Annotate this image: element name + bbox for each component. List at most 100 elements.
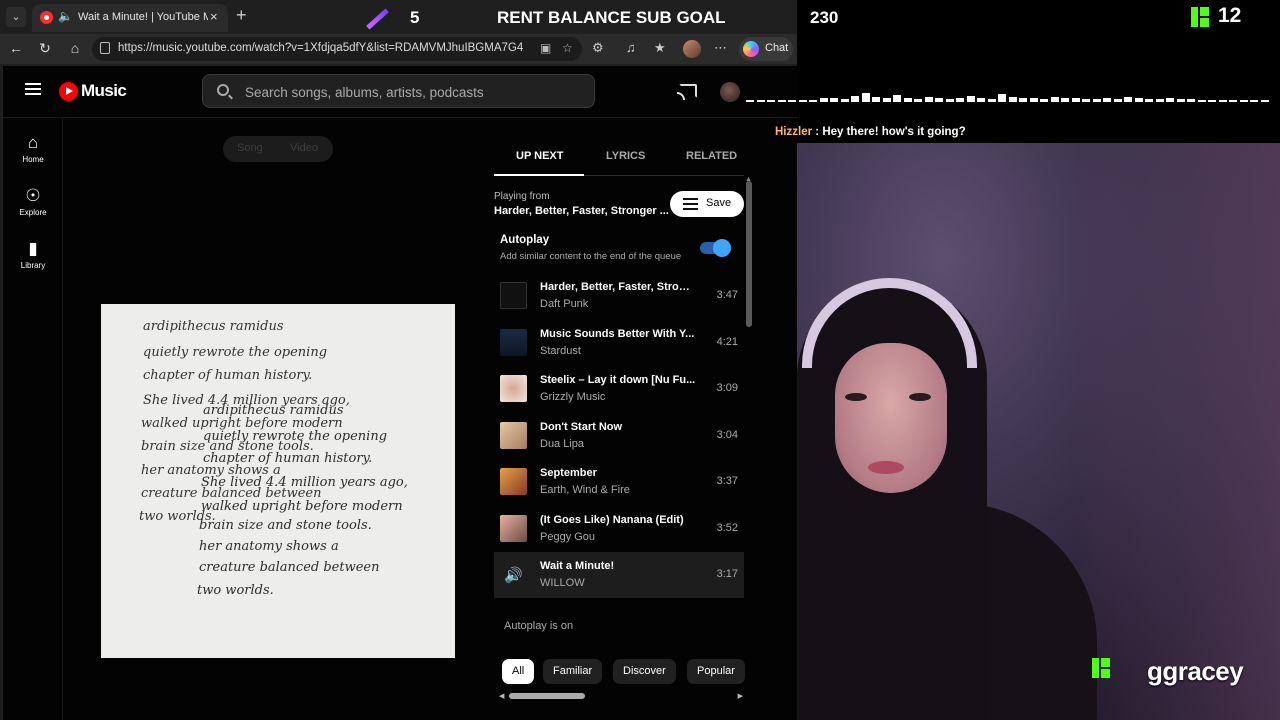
track-artist[interactable]: WILLOW: [540, 577, 585, 589]
nav-item-library[interactable]: ▮ Library: [3, 240, 63, 271]
chat-message: Hizzler : Hey there! how's it going?: [775, 126, 966, 138]
scroll-left-arrow-icon[interactable]: ◀: [499, 692, 504, 700]
visualizer-bar: [903, 98, 912, 102]
track-artist[interactable]: Earth, Wind & Fire: [540, 484, 630, 496]
song-video-toggle[interactable]: Song Video: [223, 136, 333, 162]
queue-item[interactable]: Steelix – Lay it down [Nu Fu... Grizzly …: [494, 366, 744, 412]
tab-list-menu-icon[interactable]: ⌄: [6, 7, 26, 27]
save-queue-button[interactable]: Save: [670, 191, 744, 217]
favorites-icon[interactable]: ★: [654, 40, 666, 56]
visualizer-bar: [1250, 100, 1258, 102]
visualizer-bar: [1218, 100, 1227, 102]
more-menu-icon[interactable]: ⋯: [714, 40, 727, 56]
nav-item-home[interactable]: ⌂ Home: [3, 134, 63, 165]
extensions-icon[interactable]: ⚙: [592, 40, 604, 56]
sub-goal-target: 230: [810, 8, 839, 27]
visualizer-bar: [767, 100, 775, 102]
track-duration: 3:47: [716, 289, 738, 301]
track-artist[interactable]: Stardust: [540, 345, 581, 357]
queue-item[interactable]: September Earth, Wind & Fire 3:37: [494, 459, 744, 505]
track-artist[interactable]: Peggy Gou: [540, 531, 595, 543]
chips-scrollbar[interactable]: ◀ ▶: [499, 692, 743, 700]
chip-all[interactable]: All: [502, 659, 535, 684]
hamburger-menu-icon[interactable]: [25, 83, 41, 95]
art-line: her anatomy shows a: [199, 539, 339, 554]
side-nav: ⌂ Home ☉ Explore ▮ Library: [3, 118, 63, 720]
streamer-handle: ggracey: [1147, 656, 1244, 686]
back-arrow-icon[interactable]: ←: [7, 40, 25, 56]
chat-username: Hizzler: [775, 126, 813, 138]
visualizer-bar: [935, 98, 943, 102]
visualizer-bar: [956, 98, 964, 102]
track-title: September: [540, 467, 597, 479]
visualizer-bar: [1145, 99, 1153, 102]
chip-familiar[interactable]: Familiar: [543, 659, 603, 684]
nav-item-explore[interactable]: ☉ Explore: [3, 187, 63, 218]
visualizer-bar: [966, 96, 975, 102]
logo-text[interactable]: Music: [81, 81, 127, 101]
tab-lyrics[interactable]: LYRICS: [606, 150, 645, 162]
youtube-music-favicon-icon: [40, 11, 53, 24]
visualizer-bar: [998, 94, 1006, 102]
visualizer-bar: [1113, 99, 1122, 102]
chip-discover[interactable]: Discover: [613, 659, 676, 684]
search-input[interactable]: [245, 82, 575, 102]
tab-youtube-music[interactable]: 🔈 Wait a Minute! | YouTube Music ×: [32, 4, 228, 32]
queue-scrollbar[interactable]: [746, 181, 752, 327]
queue-item-now-playing[interactable]: 🔊 Wait a Minute! WILLOW 3:17: [494, 552, 744, 598]
url-bar[interactable]: https://music.youtube.com/watch?v=1Xfdjq…: [92, 37, 582, 61]
autoplay-toggle[interactable]: [700, 239, 731, 257]
close-tab-icon[interactable]: ×: [210, 9, 218, 24]
toggle-song[interactable]: Song: [237, 142, 263, 154]
track-artist[interactable]: Grizzly Music: [540, 391, 605, 403]
visualizer-bar: [851, 96, 859, 102]
ytm-header: Music: [3, 66, 797, 118]
youtube-music-logo-icon[interactable]: [59, 82, 78, 101]
home-button-icon[interactable]: ⌂: [66, 40, 84, 56]
tab-audio-speaker-icon[interactable]: 🔈: [58, 9, 73, 23]
chips-scroll-thumb[interactable]: [509, 693, 585, 699]
track-duration: 3:09: [716, 382, 738, 394]
queue-item[interactable]: Music Sounds Better With Y... Stardust 4…: [494, 320, 744, 366]
art-line: chapter of human history.: [143, 368, 312, 383]
playing-from: Playing from Harder, Better, Faster, Str…: [494, 191, 669, 217]
tab-up-next[interactable]: UP NEXT: [516, 150, 563, 162]
queue-item[interactable]: Harder, Better, Faster, Strong... Daft P…: [494, 273, 744, 319]
site-info-icon[interactable]: [100, 42, 110, 54]
tab-related[interactable]: RELATED: [686, 150, 737, 162]
autoplay-description: Add similar content to the end of the qu…: [500, 251, 682, 262]
app-available-icon[interactable]: ▣: [540, 41, 551, 55]
search-box[interactable]: [202, 74, 595, 108]
track-thumbnail: [500, 514, 527, 542]
playing-from-value[interactable]: Harder, Better, Faster, Stronger ...: [494, 205, 669, 217]
chip-popular[interactable]: Popular: [687, 659, 745, 684]
new-tab-plus-icon[interactable]: +: [236, 5, 247, 26]
cast-icon[interactable]: [677, 84, 697, 100]
media-control-icon[interactable]: ♫: [626, 40, 636, 55]
profile-avatar[interactable]: [683, 40, 701, 58]
visualizer-bar: [1260, 100, 1269, 102]
visualizer-bar: [777, 100, 786, 102]
track-artist[interactable]: Dua Lipa: [540, 438, 584, 450]
track-title: (It Goes Like) Nanana (Edit): [540, 513, 684, 526]
visualizer-bar: [1029, 98, 1038, 102]
track-title: Harder, Better, Faster, Strong...: [540, 281, 696, 293]
visualizer-bar: [924, 97, 933, 102]
copilot-chat-button[interactable]: Chat: [739, 37, 793, 61]
art-line: chapter of human history.: [203, 451, 372, 466]
favorite-star-icon[interactable]: ☆: [562, 41, 573, 55]
visualizer-bar: [1082, 99, 1090, 102]
save-label: Save: [706, 197, 732, 209]
reload-icon[interactable]: ↻: [36, 40, 54, 57]
queue-item[interactable]: Don't Start Now Dua Lipa 3:04: [494, 413, 744, 459]
scroll-right-arrow-icon[interactable]: ▶: [738, 692, 743, 700]
nav-label-explore: Explore: [19, 208, 47, 217]
queue-item[interactable]: (It Goes Like) Nanana (Edit) Peggy Gou 3…: [494, 506, 744, 552]
toggle-video[interactable]: Video: [290, 142, 318, 154]
track-duration: 3:04: [716, 428, 738, 441]
account-avatar[interactable]: [720, 82, 740, 102]
url-text[interactable]: https://music.youtube.com/watch?v=1Xfdjq…: [118, 42, 523, 54]
visualizer-bar: [861, 93, 870, 102]
track-artist[interactable]: Daft Punk: [540, 298, 588, 310]
copilot-icon: [743, 41, 759, 57]
